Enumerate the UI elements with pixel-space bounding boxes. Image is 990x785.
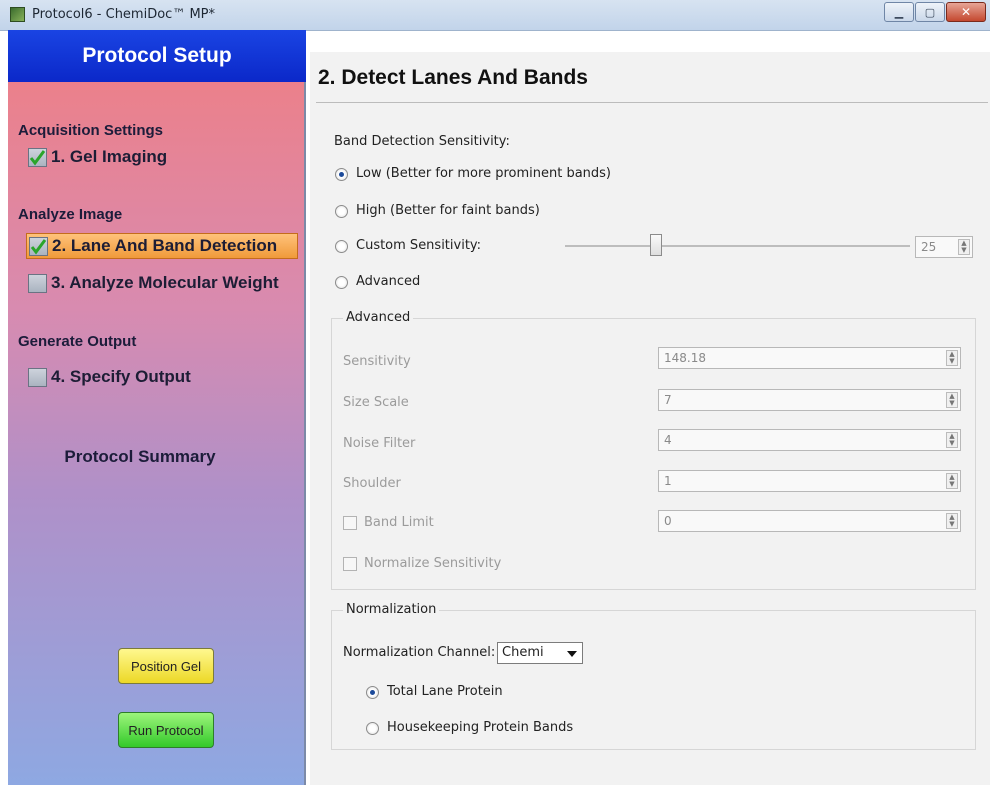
band-limit-input[interactable]: 0 ▲ ▼ xyxy=(658,510,961,532)
sensitivity-value: 148.18 xyxy=(664,351,706,365)
sensitivity-input[interactable]: 148.18 ▲ ▼ xyxy=(658,347,961,369)
checkmark-icon xyxy=(28,147,47,167)
unchecked-box-icon xyxy=(28,367,47,387)
size-scale-field-label: Size Scale xyxy=(343,395,409,410)
spinner-arrows-icon[interactable]: ▲ ▼ xyxy=(946,350,958,366)
protocol-summary-link[interactable]: Protocol Summary xyxy=(30,447,250,467)
close-icon[interactable]: ✕ xyxy=(946,2,986,22)
radio-high[interactable] xyxy=(335,205,348,218)
shoulder-input[interactable]: 1 ▲ ▼ xyxy=(658,470,961,492)
radio-high-label[interactable]: High (Better for faint bands) xyxy=(356,203,540,218)
page-title: 2. Detect Lanes And Bands xyxy=(318,66,588,89)
shoulder-field-label: Shoulder xyxy=(343,476,401,491)
sidebar-item-molecular-weight[interactable]: 3. Analyze Molecular Weight xyxy=(26,270,279,296)
noise-filter-input[interactable]: 4 ▲ ▼ xyxy=(658,429,961,451)
radio-advanced[interactable] xyxy=(335,276,348,289)
radio-total-lane-protein-label[interactable]: Total Lane Protein xyxy=(387,684,503,699)
spinner-arrows-icon[interactable]: ▲ ▼ xyxy=(946,473,958,489)
normalization-channel-label: Normalization Channel: xyxy=(343,645,496,660)
normalize-sensitivity-checkbox[interactable] xyxy=(343,557,357,571)
band-limit-label: Band Limit xyxy=(364,515,434,530)
normalization-channel-select[interactable]: Chemi xyxy=(497,642,583,664)
run-protocol-button[interactable]: Run Protocol xyxy=(118,712,214,748)
size-scale-value: 7 xyxy=(664,393,672,407)
band-limit-checkbox[interactable] xyxy=(343,516,357,530)
section-analyze-image: Analyze Image xyxy=(18,206,123,223)
section-generate-output: Generate Output xyxy=(18,333,137,350)
sidebar-item-specify-output[interactable]: 4. Specify Output xyxy=(26,364,191,390)
noise-filter-value: 4 xyxy=(664,433,672,447)
window-controls: ▁ ▢ ✕ xyxy=(883,2,986,24)
section-acquisition-settings: Acquisition Settings xyxy=(18,122,164,139)
spinner-arrows-icon[interactable]: ▲ ▼ xyxy=(946,513,958,529)
checkmark-icon xyxy=(29,236,48,256)
normalization-channel-value: Chemi xyxy=(502,645,544,660)
normalize-sensitivity-label: Normalize Sensitivity xyxy=(364,556,502,571)
radio-custom[interactable] xyxy=(335,240,348,253)
sidebar-item-gel-imaging[interactable]: 1. Gel Imaging xyxy=(26,144,167,170)
unchecked-box-icon xyxy=(28,273,47,293)
sidebar-item-label: 4. Specify Output xyxy=(51,367,191,386)
chevron-down-icon xyxy=(567,651,577,657)
window-title: Protocol6 - ChemiDoc™ MP* xyxy=(32,7,216,22)
advanced-group-label: Advanced xyxy=(343,310,414,325)
sidebar-header: Protocol Setup xyxy=(8,30,306,82)
shoulder-value: 1 xyxy=(664,474,672,488)
sidebar-item-label: 3. Analyze Molecular Weight xyxy=(51,273,279,292)
spinner-arrows-icon[interactable]: ▲ ▼ xyxy=(946,432,958,448)
radio-total-lane-protein[interactable] xyxy=(366,686,379,699)
minimize-icon[interactable]: ▁ xyxy=(884,2,914,22)
radio-custom-label[interactable]: Custom Sensitivity: xyxy=(356,238,481,253)
custom-sensitivity-spinbox[interactable]: 25 ▲ ▼ xyxy=(915,236,973,258)
spinner-arrows-icon[interactable]: ▲ ▼ xyxy=(958,239,970,255)
maximize-icon[interactable]: ▢ xyxy=(915,2,945,22)
radio-housekeeping-bands-label[interactable]: Housekeeping Protein Bands xyxy=(387,720,573,735)
normalization-group-label: Normalization xyxy=(343,602,440,617)
custom-sensitivity-slider[interactable] xyxy=(565,245,910,247)
band-detection-sensitivity-label: Band Detection Sensitivity: xyxy=(334,134,510,149)
slider-handle[interactable] xyxy=(650,234,662,256)
sidebar-item-lane-band-detection[interactable]: 2. Lane And Band Detection xyxy=(26,233,298,259)
sensitivity-field-label: Sensitivity xyxy=(343,354,411,369)
title-bar: Protocol6 - ChemiDoc™ MP* ▁ ▢ ✕ xyxy=(0,0,990,31)
custom-sensitivity-value: 25 xyxy=(921,240,937,254)
radio-low[interactable] xyxy=(335,168,348,181)
spinner-arrows-icon[interactable]: ▲ ▼ xyxy=(946,392,958,408)
app-icon xyxy=(10,7,25,22)
position-gel-button[interactable]: Position Gel xyxy=(118,648,214,684)
noise-filter-field-label: Noise Filter xyxy=(343,436,416,451)
title-divider xyxy=(316,102,988,103)
band-limit-value: 0 xyxy=(664,514,672,528)
radio-low-label[interactable]: Low (Better for more prominent bands) xyxy=(356,166,611,181)
size-scale-input[interactable]: 7 ▲ ▼ xyxy=(658,389,961,411)
radio-housekeeping-bands[interactable] xyxy=(366,722,379,735)
sidebar-item-label: 2. Lane And Band Detection xyxy=(52,236,278,255)
radio-advanced-label[interactable]: Advanced xyxy=(356,274,420,289)
sidebar-item-label: 1. Gel Imaging xyxy=(51,147,168,166)
